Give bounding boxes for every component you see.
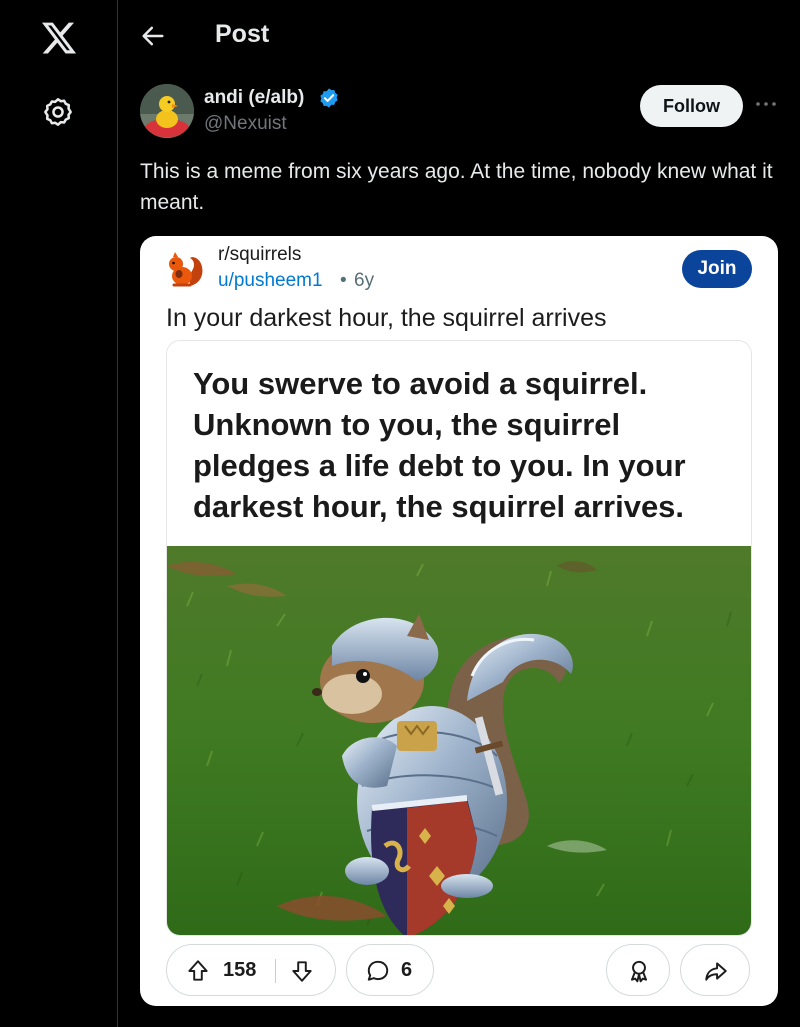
subreddit-name[interactable]: r/squirrels [218, 244, 301, 266]
author-name[interactable]: andi (e/alb) [204, 87, 304, 109]
left-nav-rail [0, 0, 118, 1027]
verified-badge-icon [320, 88, 338, 108]
avatar[interactable] [140, 84, 194, 138]
meta-separator: • [340, 270, 347, 291]
post-header: Post [119, 0, 800, 72]
comment-bubble-icon [367, 960, 389, 981]
comment-count: 6 [401, 959, 413, 981]
x-logo-icon[interactable] [40, 19, 78, 57]
share-button[interactable] [680, 944, 750, 996]
meme-caption: You swerve to avoid a squirrel. Unknown … [193, 366, 686, 524]
share-icon [705, 962, 727, 981]
arrow-left-icon[interactable] [139, 22, 167, 50]
arrow-up-icon[interactable] [185, 958, 211, 984]
reddit-action-bar: 158 6 [166, 944, 752, 996]
embedded-reddit-post[interactable]: r/squirrels u/pusheem1 • 6y Join In your… [140, 236, 778, 1006]
upvote-count: 158 [223, 959, 257, 981]
tweet-text: This is a meme from six years ago. At th… [140, 160, 773, 214]
meme-image[interactable]: You swerve to avoid a squirrel. Unknown … [166, 340, 752, 936]
more-horizontal-icon[interactable] [754, 95, 778, 113]
follow-button[interactable]: Follow [640, 85, 743, 127]
armored-squirrel-photo [167, 546, 751, 935]
squirrel-icon [169, 252, 203, 287]
arrow-down-icon[interactable] [289, 958, 315, 984]
join-button[interactable]: Join [682, 250, 752, 288]
award-icon [630, 960, 648, 983]
reddit-post-title[interactable]: In your darkest hour, the squirrel arriv… [166, 304, 606, 333]
reddit-username[interactable]: u/pusheem1 [218, 270, 323, 292]
vote-divider [275, 959, 276, 983]
award-button[interactable] [606, 944, 670, 996]
comments-button[interactable]: 6 [346, 944, 434, 996]
gear-icon[interactable] [42, 96, 74, 128]
page-title: Post [215, 20, 270, 48]
post-age: 6y [354, 270, 375, 291]
vote-control: 158 [166, 944, 336, 996]
author-handle[interactable]: @Nexuist [204, 113, 287, 135]
